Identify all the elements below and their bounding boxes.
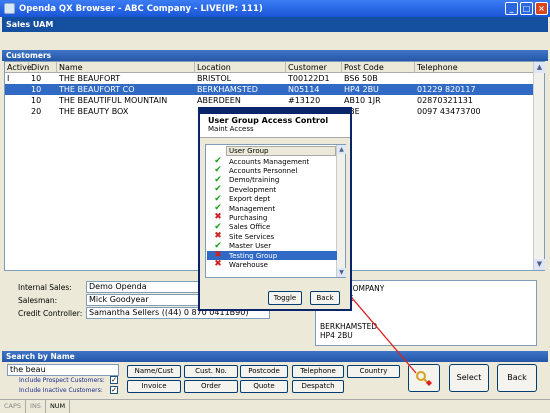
- user-group-label: Site Services: [229, 232, 275, 241]
- user-group-item[interactable]: ✔ Export dept: [207, 194, 337, 204]
- user-group-item[interactable]: ✔ Demo/training: [207, 175, 337, 185]
- cross-icon: ✖: [214, 259, 222, 270]
- user-group-label: Development: [229, 185, 277, 194]
- user-group-item[interactable]: ✖ Site Services: [207, 232, 337, 241]
- user-group-label: Accounts Personnel: [229, 166, 298, 175]
- user-group-label: Master User: [229, 242, 272, 251]
- user-group-label: Warehouse: [229, 260, 268, 269]
- user-group-item[interactable]: ✔ Master User: [207, 241, 337, 251]
- user-group-label: Purchasing: [229, 213, 268, 222]
- user-group-label: Sales Office: [229, 223, 271, 232]
- dialog-back-button[interactable]: Back: [310, 291, 340, 305]
- scroll-down-icon[interactable]: ▼: [337, 268, 346, 277]
- user-group-list[interactable]: User Group ▲ ▼ ✔ Accounts Management ✔ Acco…: [205, 144, 346, 278]
- user-group-label: Demo/training: [229, 176, 280, 185]
- user-group-item[interactable]: ✖ Purchasing: [207, 213, 337, 222]
- user-group-label: Accounts Management: [229, 157, 310, 166]
- cross-icon: ✖: [214, 231, 222, 242]
- dialog-title: User Group Access Control: [208, 116, 329, 125]
- user-group-label: Management: [229, 204, 276, 213]
- user-group-item[interactable]: ✔ Accounts Management: [207, 157, 337, 166]
- user-group-item[interactable]: ✔ Accounts Personnel: [207, 166, 337, 175]
- user-group-item[interactable]: ✖ Testing Group: [207, 251, 337, 260]
- user-group-column-header[interactable]: User Group: [226, 146, 336, 156]
- user-group-item[interactable]: ✖ Warehouse: [207, 260, 337, 269]
- app-window: Openda QX Browser - ABC Company - LIVE(I…: [0, 0, 550, 413]
- list-scrollbar[interactable]: ▲ ▼: [336, 145, 346, 277]
- check-icon: ✔: [214, 184, 222, 195]
- user-group-dialog: User Group Access Control Maint Access U…: [198, 107, 352, 311]
- toggle-button[interactable]: Toggle: [268, 291, 302, 305]
- user-group-label: Export dept: [229, 195, 271, 204]
- user-group-item[interactable]: ✔ Development: [207, 185, 337, 194]
- user-group-label: Testing Group: [229, 251, 278, 260]
- dialog-header: User Group Access Control Maint Access: [200, 114, 350, 138]
- dialog-subtitle: Maint Access: [208, 125, 254, 133]
- scroll-up-icon[interactable]: ▲: [337, 145, 346, 154]
- user-group-item[interactable]: ✔ Sales Office: [207, 222, 337, 232]
- user-group-item[interactable]: ✔ Management: [207, 204, 337, 213]
